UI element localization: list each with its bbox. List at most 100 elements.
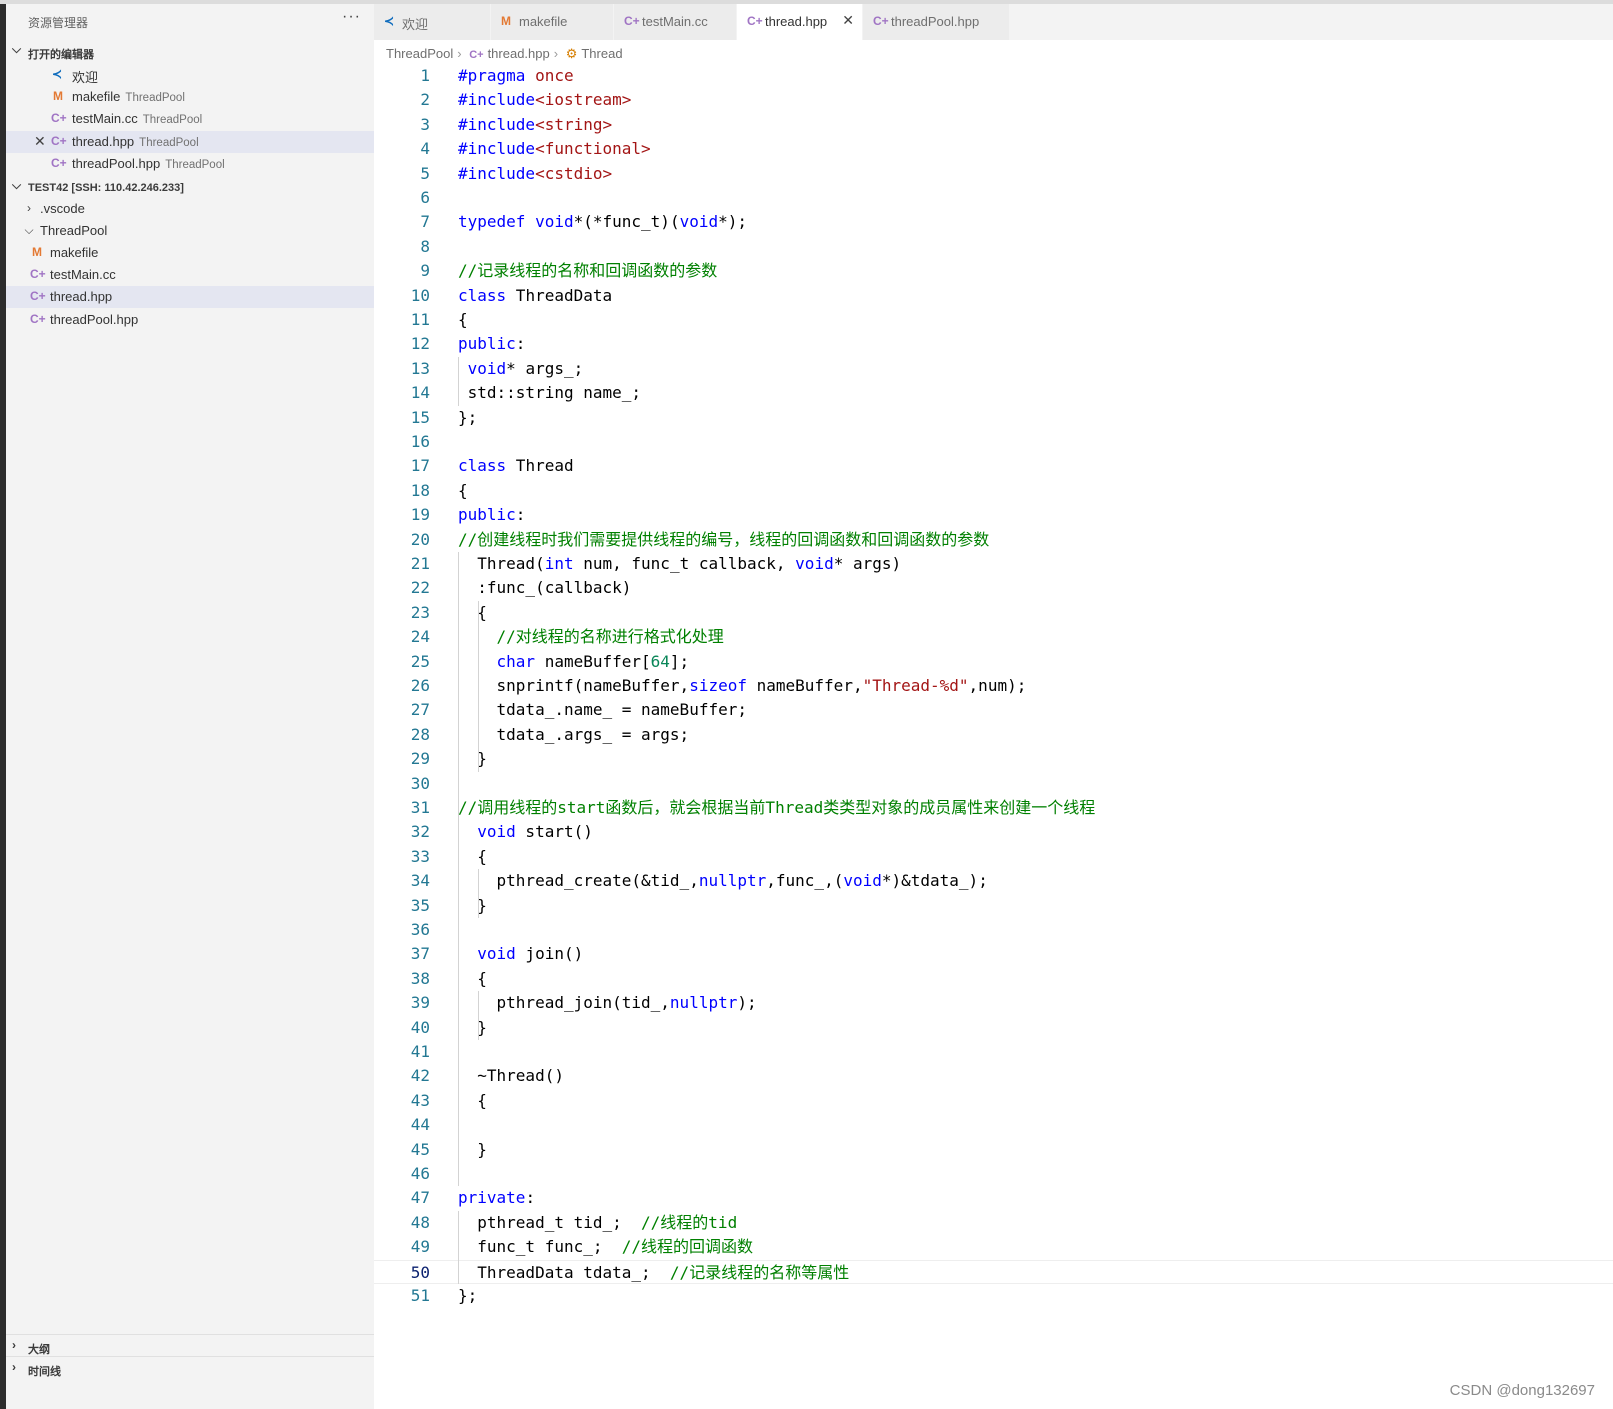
code-line[interactable]: 34 pthread_create(&tid_,nullptr,func_,(v… bbox=[374, 869, 1613, 893]
cpp-file-icon: C+ bbox=[51, 156, 67, 170]
open-editor-threadpool-hpp[interactable]: C+ threadPool.hpp ThreadPool bbox=[6, 153, 374, 175]
code-line[interactable]: 16 bbox=[374, 430, 1613, 454]
code-text: } bbox=[458, 1017, 487, 1037]
close-icon[interactable]: ✕ bbox=[842, 12, 854, 29]
line-number: 31 bbox=[410, 798, 430, 817]
code-text: //创建线程时我们需要提供线程的编号，线程的回调函数和回调函数的参数 bbox=[458, 529, 990, 549]
file-threadpool-hpp[interactable]: C+ threadPool.hpp bbox=[6, 309, 374, 331]
cpp-file-icon: C+ bbox=[624, 14, 640, 28]
line-number: 20 bbox=[410, 529, 430, 549]
code-line[interactable]: 51}; bbox=[374, 1284, 1613, 1308]
code-line[interactable]: 4 #include<functional> bbox=[374, 137, 1613, 161]
code-line[interactable]: 5 #include<cstdio> bbox=[374, 162, 1613, 186]
line-number: 25 bbox=[410, 651, 430, 671]
outline-section[interactable]: › 大纲 bbox=[6, 1334, 374, 1357]
open-editor-thread-hpp[interactable]: ✕ C+ thread.hpp ThreadPool bbox=[6, 131, 374, 153]
code-line[interactable]: 42 ~Thread() bbox=[374, 1064, 1613, 1088]
line-number: 33 bbox=[410, 846, 430, 866]
tab-thread-hpp[interactable]: C+ thread.hpp ✕ bbox=[737, 4, 863, 40]
line-number: 2 bbox=[420, 90, 430, 110]
code-line[interactable]: 35 } bbox=[374, 894, 1613, 918]
breadcrumb-file[interactable]: thread.hpp bbox=[488, 46, 550, 61]
code-line[interactable]: 14 std::string name_; bbox=[374, 381, 1613, 405]
code-line[interactable]: 33 { bbox=[374, 845, 1613, 869]
open-editor-testmain[interactable]: C+ testMain.cc ThreadPool bbox=[6, 108, 374, 130]
timeline-section[interactable]: › 时间线 bbox=[6, 1356, 374, 1379]
more-actions-icon[interactable]: ··· bbox=[342, 8, 361, 26]
line-number: 10 bbox=[410, 285, 430, 305]
code-line[interactable]: 49 func_t func_; //线程的回调函数 bbox=[374, 1235, 1613, 1259]
code-line[interactable]: 25 char nameBuffer[64]; bbox=[374, 650, 1613, 674]
code-line[interactable]: 28 tdata_.args_ = args; bbox=[374, 723, 1613, 747]
code-line[interactable]: 8 bbox=[374, 235, 1613, 259]
line-number: 28 bbox=[410, 724, 430, 744]
code-text: //调用线程的start函数后，就会根据当前Thread类类型对象的成员属性来创… bbox=[458, 798, 1096, 817]
code-line[interactable]: 37 void join() bbox=[374, 942, 1613, 966]
tab-makefile[interactable]: M makefile bbox=[491, 4, 614, 40]
folder-vscode[interactable]: › .vscode bbox=[6, 198, 374, 220]
code-text: func_t func_; //线程的回调函数 bbox=[458, 1237, 754, 1257]
code-line[interactable]: 41 bbox=[374, 1040, 1613, 1064]
code-line[interactable]: 12 public: bbox=[374, 332, 1613, 356]
close-icon[interactable]: ✕ bbox=[34, 133, 46, 150]
code-line[interactable]: 7 typedef void*(*func_t)(void*); bbox=[374, 210, 1613, 234]
code-line[interactable]: 29 } bbox=[374, 747, 1613, 771]
code-line[interactable]: 32 void start() bbox=[374, 820, 1613, 844]
breadcrumb-symbol[interactable]: Thread bbox=[581, 46, 622, 61]
file-testmain[interactable]: C+ testMain.cc bbox=[6, 264, 374, 286]
code-line[interactable]: 44 bbox=[374, 1113, 1613, 1137]
code-line[interactable]: 30 bbox=[374, 772, 1613, 796]
code-text: class ThreadData bbox=[458, 285, 613, 305]
tab-welcome[interactable]: ≺ 欢迎 bbox=[374, 4, 491, 40]
code-line[interactable]: 1 #pragma once bbox=[374, 64, 1613, 88]
code-line[interactable]: 50 ThreadData tdata_; //记录线程的名称等属性 bbox=[374, 1259, 1613, 1284]
open-editor-makefile[interactable]: M makefile ThreadPool bbox=[6, 86, 374, 108]
code-line[interactable]: 31 //调用线程的start函数后，就会根据当前Thread类类型对象的成员属性… bbox=[374, 796, 1613, 820]
code-line[interactable]: 3 #include<string> bbox=[374, 113, 1613, 137]
explorer-sidebar: 资源管理器 ··· ⌵ 打开的编辑器 ≺ 欢迎 M makefile Thread… bbox=[6, 4, 374, 1409]
code-line[interactable]: 13 void* args_; bbox=[374, 357, 1613, 381]
code-line[interactable]: 22 :func_(callback) bbox=[374, 576, 1613, 600]
code-line[interactable]: 17 class Thread bbox=[374, 454, 1613, 478]
code-text: std::string name_; bbox=[458, 383, 642, 403]
code-line[interactable]: 40 } bbox=[374, 1016, 1613, 1040]
folder-threadpool[interactable]: ⌵ ThreadPool bbox=[6, 220, 374, 242]
file-makefile[interactable]: M makefile bbox=[6, 242, 374, 264]
tab-threadpool-hpp[interactable]: C+ threadPool.hpp bbox=[863, 4, 1010, 40]
open-editors-section[interactable]: ⌵ 打开的编辑器 bbox=[6, 42, 374, 64]
code-line[interactable]: 48 pthread_t tid_; //线程的tid bbox=[374, 1211, 1613, 1235]
code-line[interactable]: 18 { bbox=[374, 479, 1613, 503]
code-text: private: bbox=[458, 1188, 536, 1208]
open-editor-welcome[interactable]: ≺ 欢迎 bbox=[6, 64, 374, 86]
code-line[interactable]: 46 bbox=[374, 1162, 1613, 1186]
code-line[interactable]: 9 //记录线程的名称和回调函数的参数 bbox=[374, 259, 1613, 283]
code-text: void start() bbox=[477, 822, 593, 842]
file-thread-hpp[interactable]: C+ thread.hpp bbox=[6, 286, 374, 308]
code-line[interactable]: 26 snprintf(nameBuffer,sizeof nameBuffer… bbox=[374, 674, 1613, 698]
code-text: { bbox=[458, 480, 468, 500]
tab-testmain[interactable]: C+ testMain.cc bbox=[614, 4, 737, 40]
workspace-label: TEST42 [SSH: 110.42.246.233] bbox=[28, 182, 184, 194]
breadcrumb-folder[interactable]: ThreadPool bbox=[386, 46, 453, 61]
code-line[interactable]: 19 public: bbox=[374, 503, 1613, 527]
code-line[interactable]: 24 //对线程的名称进行格式化处理 bbox=[374, 625, 1613, 649]
code-line[interactable]: 21 Thread(int num, func_t callback, void… bbox=[374, 552, 1613, 576]
code-line[interactable]: 15}; bbox=[374, 406, 1613, 430]
code-line[interactable]: 43 { bbox=[374, 1089, 1613, 1113]
code-line[interactable]: 20 //创建线程时我们需要提供线程的编号，线程的回调函数和回调函数的参数 bbox=[374, 528, 1613, 552]
code-line[interactable]: 47 private: bbox=[374, 1186, 1613, 1210]
code-line[interactable]: 2 #include<iostream> bbox=[374, 88, 1613, 112]
code-line[interactable]: 10 class ThreadData bbox=[374, 284, 1613, 308]
code-line[interactable]: 36 bbox=[374, 918, 1613, 942]
code-line[interactable]: 23 { bbox=[374, 601, 1613, 625]
code-line[interactable]: 6 bbox=[374, 186, 1613, 210]
code-text: public: bbox=[458, 334, 526, 354]
code-line[interactable]: 38 { bbox=[374, 967, 1613, 991]
code-line[interactable]: 39 pthread_join(tid_,nullptr); bbox=[374, 991, 1613, 1015]
code-editor[interactable]: 1 #pragma once 2 #include<iostream> 3 #includ… bbox=[374, 64, 1613, 1409]
code-line[interactable]: 11 { bbox=[374, 308, 1613, 332]
code-text: pthread_t tid_; //线程的tid bbox=[458, 1212, 738, 1232]
code-line[interactable]: 45 } bbox=[374, 1138, 1613, 1162]
code-line[interactable]: 27 tdata_.name_ = nameBuffer; bbox=[374, 698, 1613, 722]
workspace-section[interactable]: ⌵ TEST42 [SSH: 110.42.246.233] bbox=[6, 178, 374, 200]
